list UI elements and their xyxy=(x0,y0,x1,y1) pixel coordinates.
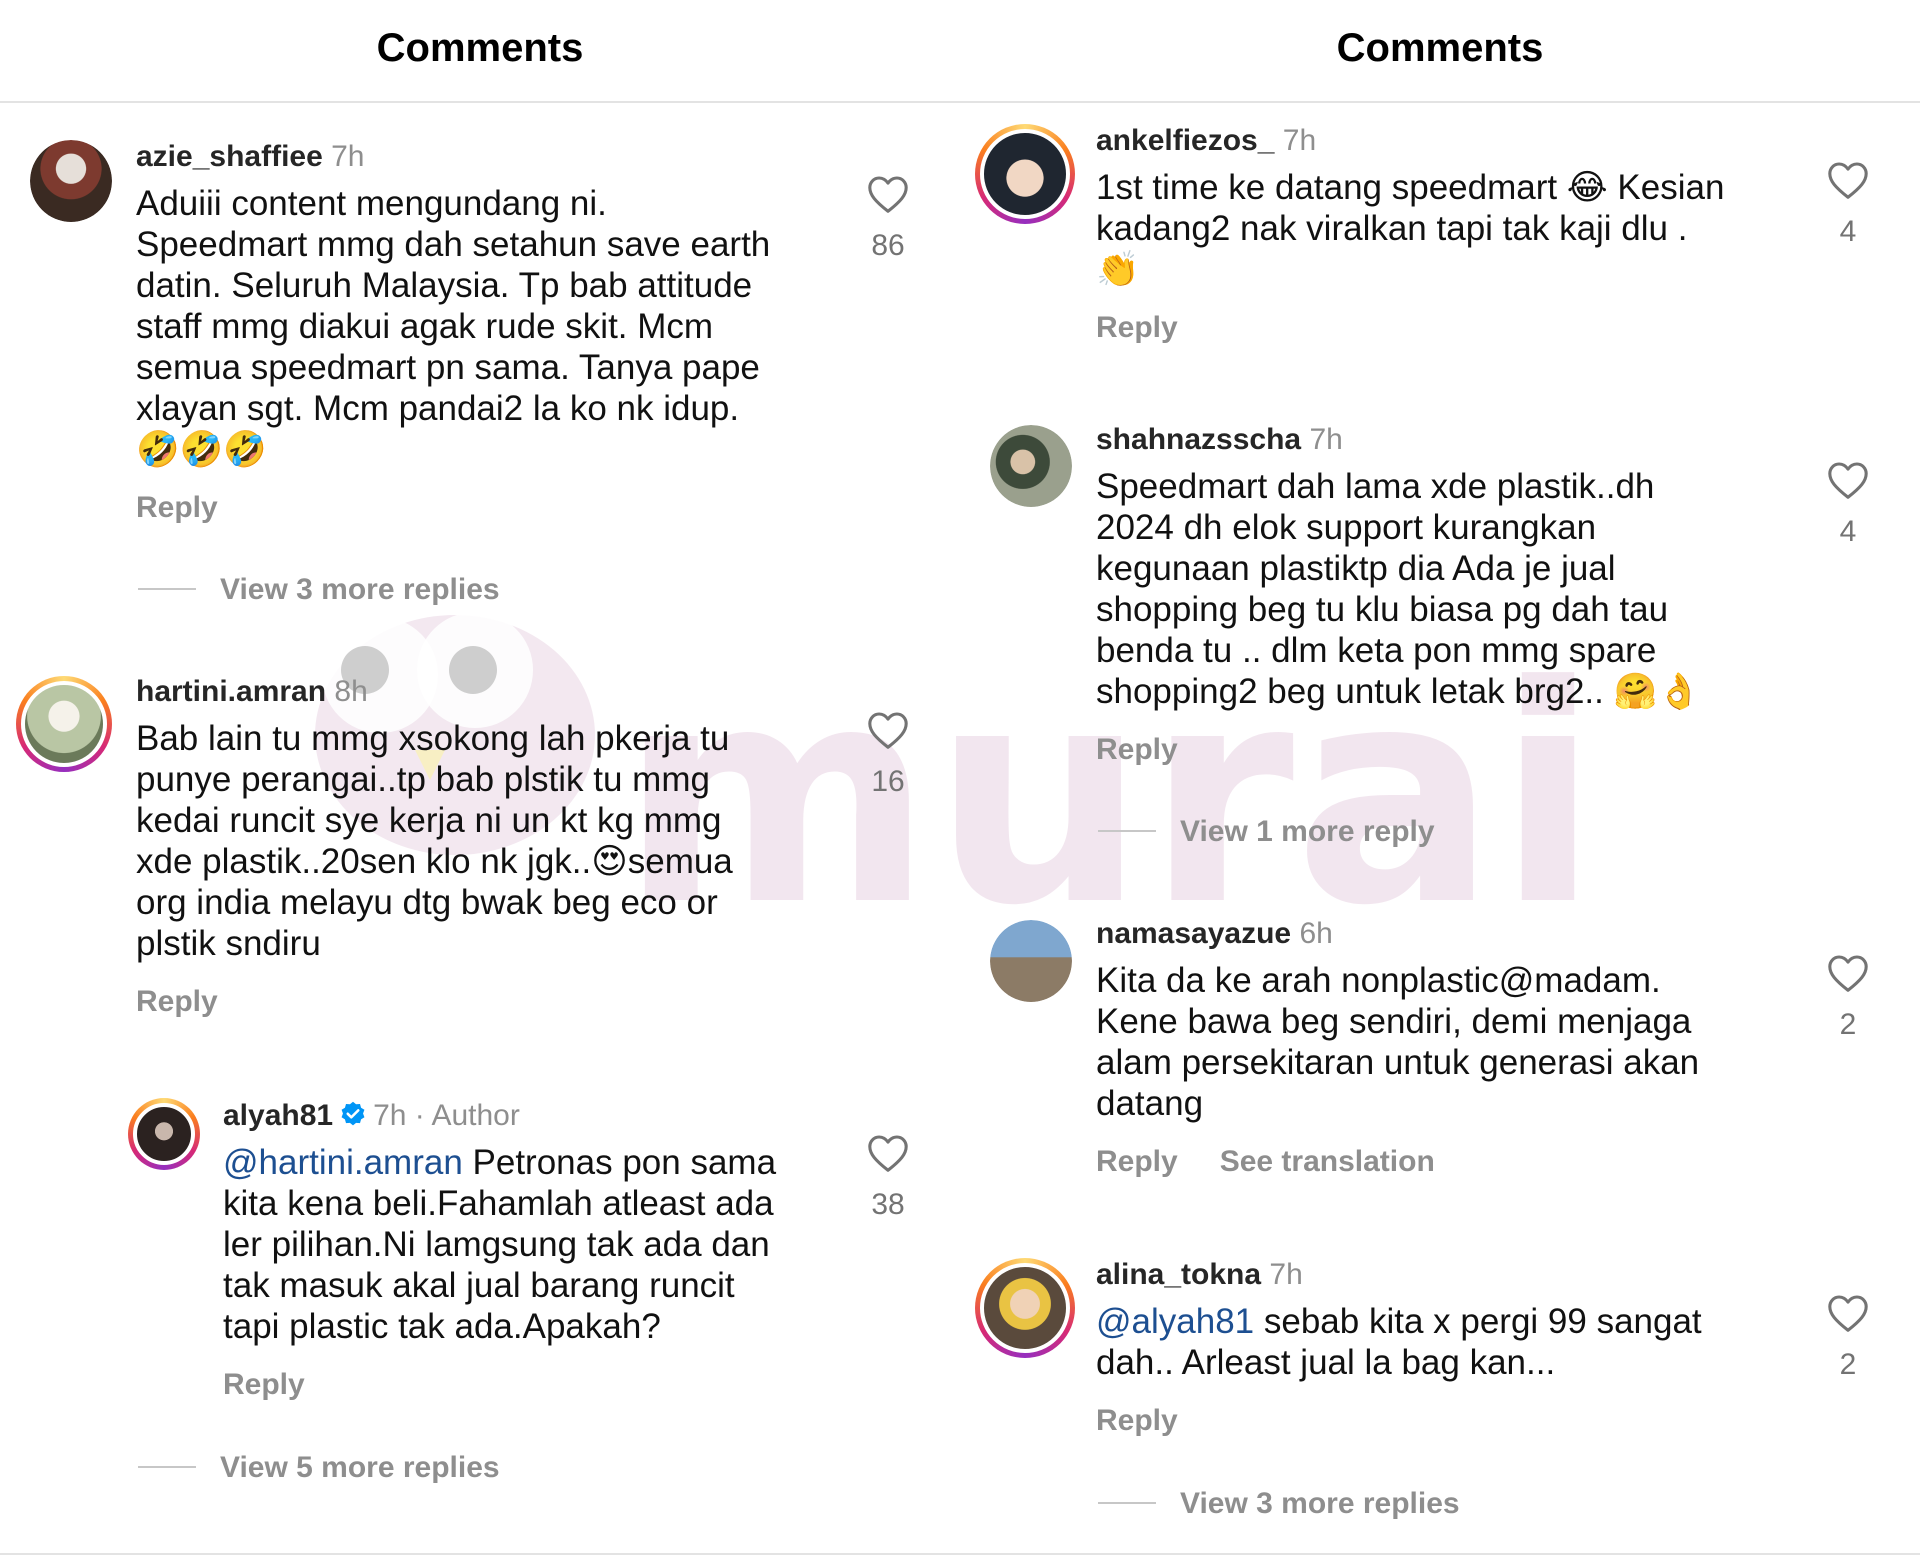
like-count: 86 xyxy=(871,229,905,262)
replies-line xyxy=(1098,1502,1156,1505)
heart-outline-icon[interactable] xyxy=(1826,953,1870,993)
bottom-divider xyxy=(0,1553,1920,1555)
view-more-replies[interactable]: View 5 more replies xyxy=(138,1448,500,1488)
view-more-label[interactable]: View 1 more reply xyxy=(1180,815,1435,848)
comment-time: 7h xyxy=(331,140,365,173)
comment-text: @hartini.amran Petronas pon sama kita ke… xyxy=(223,1142,833,1347)
replies-line xyxy=(1098,830,1156,833)
heart-outline-icon[interactable] xyxy=(866,174,910,214)
avatar[interactable] xyxy=(30,140,112,222)
like-button[interactable]: 2 xyxy=(1818,1293,1878,1383)
comment-time: 7h · Author xyxy=(373,1099,520,1132)
avatar-story-ring[interactable] xyxy=(975,124,1075,224)
comment-username[interactable]: namasayazue xyxy=(1096,917,1291,950)
reply-button[interactable]: Reply xyxy=(136,491,218,524)
comment-text: Bab lain tu mmg xsokong lah pkerja tu pu… xyxy=(136,719,733,963)
heart-outline-icon[interactable] xyxy=(866,710,910,750)
like-button[interactable]: 2 xyxy=(1818,953,1878,1043)
see-translation-button[interactable]: See translation xyxy=(1220,1145,1435,1178)
verified-badge-icon xyxy=(341,1101,365,1126)
avatar-story-ring[interactable] xyxy=(16,676,112,772)
mention-link[interactable]: @alyah81 xyxy=(1096,1302,1254,1341)
heart-outline-icon[interactable] xyxy=(1826,1293,1870,1333)
view-more-replies[interactable]: View 3 more replies xyxy=(1098,1484,1460,1524)
reply-button[interactable]: Reply xyxy=(1096,311,1178,344)
comment-username[interactable]: alyah81 xyxy=(223,1099,333,1132)
view-more-replies[interactable]: View 3 more replies xyxy=(138,570,500,610)
comment-text: @alyah81 sebab kita x pergi 99 sangat da… xyxy=(1096,1301,1796,1383)
view-more-replies[interactable]: View 1 more reply xyxy=(1098,812,1435,852)
view-more-label[interactable]: View 3 more replies xyxy=(220,573,500,606)
avatar[interactable] xyxy=(990,425,1072,507)
comment-username[interactable]: hartini.amran xyxy=(136,675,326,708)
comment-time: 7h xyxy=(1309,423,1343,456)
comments-screenshot: murai Comments Comments azie_shaffiee 7h… xyxy=(0,0,1920,1564)
like-count: 4 xyxy=(1839,215,1857,248)
comment-text: Kita da ke arah nonplastic@madam. Kene b… xyxy=(1096,961,1700,1123)
like-count: 2 xyxy=(1839,1348,1857,1381)
like-button[interactable]: 86 xyxy=(858,174,918,264)
like-button[interactable]: 4 xyxy=(1818,460,1878,550)
reply-button[interactable]: Reply xyxy=(1096,733,1178,766)
reply-button[interactable]: Reply xyxy=(136,985,218,1018)
comment-username[interactable]: shahnazsscha xyxy=(1096,423,1301,456)
reply-button[interactable]: Reply xyxy=(1096,1404,1178,1437)
comment-time: 6h xyxy=(1299,917,1333,950)
like-count: 38 xyxy=(871,1188,905,1221)
like-count: 2 xyxy=(1839,1008,1857,1041)
reply-button[interactable]: Reply xyxy=(223,1368,305,1401)
replies-line xyxy=(138,588,196,591)
comment-text: Aduiii content mengundang ni. Speedmart … xyxy=(136,184,771,469)
comment-time: 7h xyxy=(1269,1258,1303,1291)
like-count: 16 xyxy=(871,765,905,798)
heart-outline-icon[interactable] xyxy=(1826,160,1870,200)
avatar-story-ring[interactable] xyxy=(975,1258,1075,1358)
heart-outline-icon[interactable] xyxy=(1826,460,1870,500)
left-header-title: Comments xyxy=(376,26,584,70)
right-header-title: Comments xyxy=(1336,26,1544,70)
reply-button[interactable]: Reply xyxy=(1096,1145,1178,1178)
avatar-story-ring[interactable] xyxy=(128,1098,200,1170)
comment-text: Speedmart dah lama xde plastik..dh 2024 … xyxy=(1096,467,1701,711)
avatar[interactable] xyxy=(990,920,1072,1002)
view-more-label[interactable]: View 3 more replies xyxy=(1180,1487,1460,1520)
like-button[interactable]: 38 xyxy=(858,1133,918,1223)
view-more-label[interactable]: View 5 more replies xyxy=(220,1451,500,1484)
heart-outline-icon[interactable] xyxy=(866,1133,910,1173)
mention-link[interactable]: @hartini.amran xyxy=(223,1143,463,1182)
comment-text: 1st time ke datang speedmart 😂 Kesian ka… xyxy=(1096,168,1725,289)
like-button[interactable]: 16 xyxy=(858,710,918,800)
header-divider xyxy=(0,101,1920,103)
comment-username[interactable]: azie_shaffiee xyxy=(136,140,323,173)
comment-username[interactable]: alina_tokna xyxy=(1096,1258,1261,1291)
comment-time: 7h xyxy=(1282,124,1317,157)
comment-time: 8h xyxy=(334,675,368,708)
comment-username[interactable]: ankelfiezos_ xyxy=(1096,124,1274,157)
replies-line xyxy=(138,1466,196,1469)
like-count: 4 xyxy=(1839,515,1857,548)
like-button[interactable]: 4 xyxy=(1818,160,1878,250)
